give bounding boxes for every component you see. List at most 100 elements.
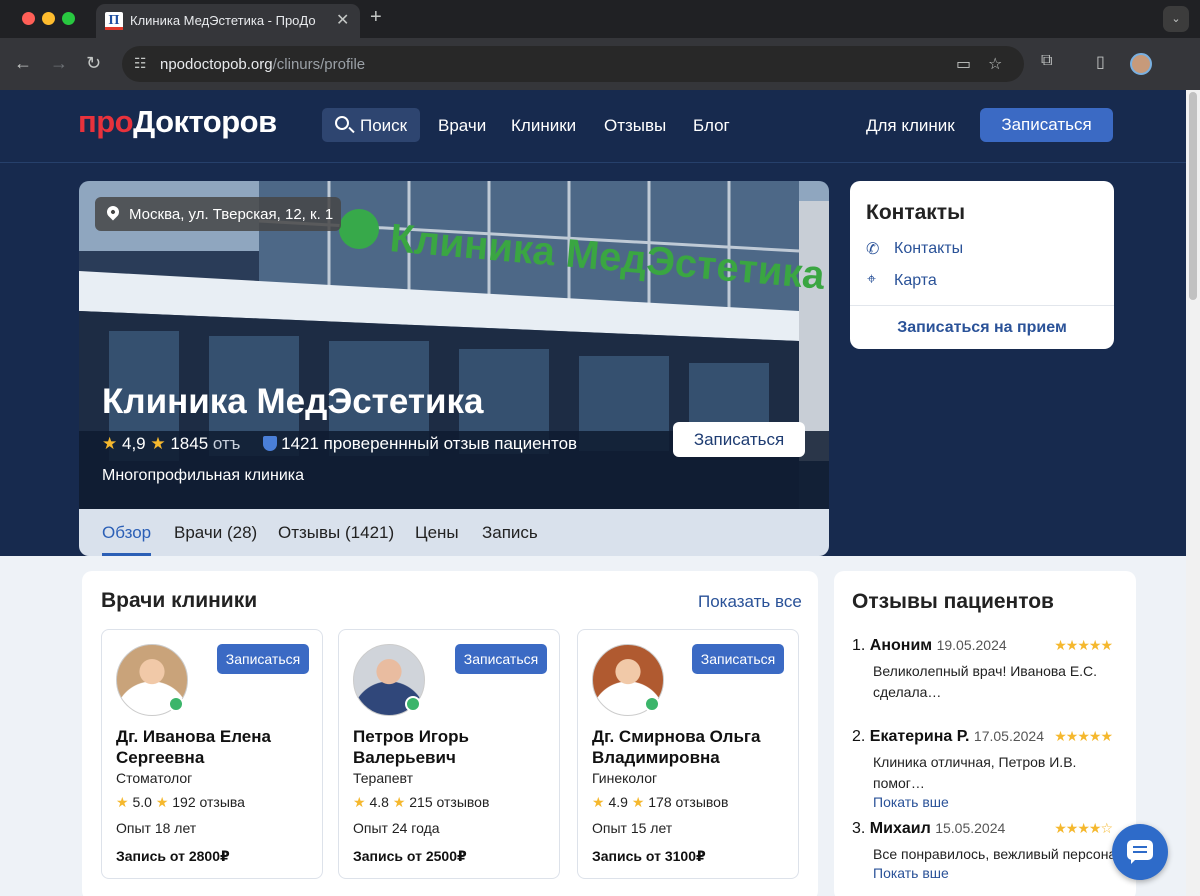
review-show-more-link[interactable]: Покать вше (873, 794, 1122, 810)
doctor-name[interactable]: Дг. Смирнова Ольга Владимировна (592, 726, 792, 768)
profile-avatar[interactable] (1130, 53, 1152, 75)
nav-link-reviews[interactable]: Отзывы (604, 116, 666, 136)
review-item: 1. Аноним 19.05.2024 ★★★★★ Великолепный … (852, 637, 1122, 703)
window-close-button[interactable] (22, 12, 35, 25)
doctor-experience: Опыт 24 года (353, 820, 440, 836)
hero-book-button[interactable]: Записаться (673, 422, 805, 457)
reviews-section-title: Отзывы пациентов (852, 590, 1054, 613)
review-date: 17.05.2024 (973, 728, 1044, 744)
clinic-rating: ★ 4,9 ★ 1845 отъ 1421 провереннный отзыв… (102, 434, 578, 453)
contacts-title: Контакты (866, 201, 966, 224)
review-author: Михаил (869, 820, 931, 837)
clinic-type: Многопрофильная клиника (102, 467, 304, 484)
doctors-section-title: Врачи клиники (101, 589, 258, 612)
tab-doctors[interactable]: Врачи (28) (174, 523, 257, 543)
verified-reviews: 1421 провереннный отзыв пациентов (281, 434, 578, 453)
location-pin-icon (104, 203, 122, 221)
new-tab-icon[interactable]: + (370, 6, 382, 29)
contacts-phone-link[interactable]: Контакты (894, 240, 963, 258)
review-date: 15.05.2024 (935, 820, 1006, 836)
back-arrow-icon[interactable]: ← (14, 52, 32, 74)
tab-close-icon[interactable]: ✕ (336, 10, 349, 30)
doctor-card[interactable]: Записаться Дг. Смирнова Ольга Владимиров… (577, 629, 799, 879)
site-logo[interactable]: проДокторов (78, 104, 277, 140)
review-date: 19.05.2024 (936, 637, 1007, 653)
hero-section: проДокторов Поиск Врачи Клиники Отзывы Б… (0, 90, 1186, 556)
star-icon: ★ (150, 434, 166, 453)
browser-tab-active[interactable]: П Клиника МедЭстетика - ПроДо ✕ (96, 4, 360, 38)
tab-search-chevron-icon[interactable]: ⌄ (1163, 6, 1189, 32)
nav-link-blog[interactable]: Блог (693, 116, 730, 136)
show-all-doctors-link[interactable]: Показать все (698, 592, 802, 612)
tab-overview[interactable]: Обзор (102, 523, 152, 556)
doctor-price: Запись от 3100₽ (592, 848, 706, 864)
scrollbar-thumb[interactable] (1189, 92, 1197, 300)
doctor-book-button[interactable]: Записаться (217, 644, 309, 674)
contacts-card: Контакты ✆ Контакты ⌖ Карта Записаться н… (850, 181, 1114, 349)
doctor-price: Запись от 2800₽ (116, 848, 230, 864)
review-item: 2. Екатерина Р. 17.05.2024 ★★★★★ Клиника… (852, 728, 1122, 810)
clinic-photo: Клиника МедЭстетика Москва, ул. Тверская… (79, 181, 829, 509)
tab-prices[interactable]: Цены (415, 523, 459, 543)
doctor-specialty: Гинеколог (592, 770, 658, 786)
tab-reviews[interactable]: Отзывы (1421) (278, 523, 394, 543)
doctor-price: Запись от 2500₽ (353, 848, 467, 864)
search-icon (335, 116, 349, 130)
tab-title: Клиника МедЭстетика - ПроДо (130, 13, 316, 28)
nav-link-doctors[interactable]: Врачи (438, 116, 486, 136)
phone-icon: ✆ (866, 241, 880, 258)
contacts-map-link[interactable]: Карта (894, 272, 937, 290)
tab-booking[interactable]: Запись (482, 523, 538, 543)
online-status-icon (168, 696, 184, 712)
doctor-book-button[interactable]: Записаться (455, 644, 547, 674)
review-text: Великолепный врач! Иванова Е.С. сделала… (873, 663, 1098, 700)
chat-widget-button[interactable] (1112, 824, 1168, 880)
cast-icon[interactable]: ▭ (956, 54, 971, 74)
review-stars: ★★★★★ (1054, 728, 1113, 744)
review-stars: ★★★★★ (1054, 637, 1113, 653)
verified-shield-icon (263, 436, 278, 451)
header-divider (0, 162, 1186, 163)
bookmark-star-icon[interactable]: ☆ (988, 54, 1002, 74)
doctor-rating: ★ 4.9 ★ 178 отзывов (592, 794, 729, 810)
window-zoom-button[interactable] (62, 12, 75, 25)
reload-icon[interactable]: ↻ (86, 52, 101, 74)
doctor-card[interactable]: Записаться Дг. Иванова Елена Сергеевна С… (101, 629, 323, 879)
star-icon: ★ (353, 794, 366, 810)
star-icon: ★ (631, 794, 645, 810)
url-text[interactable]: npodoctopob.org/clinurs/profile (160, 56, 365, 73)
doctor-specialty: Стоматолог (116, 770, 193, 786)
side-panel-icon[interactable]: ▯ (1096, 52, 1105, 72)
header-book-button[interactable]: Записаться (980, 108, 1113, 142)
review-show-more-link[interactable]: Покать вше (873, 865, 1122, 881)
nav-search-button[interactable]: Поиск (322, 108, 420, 142)
doctor-card[interactable]: Записаться Петров Игорь Валерьевич Терап… (338, 629, 560, 879)
address-bar[interactable]: ☷ npodoctopob.org/clinurs/profile ▭ ☆ (122, 46, 1024, 82)
site-favicon-icon: П (105, 12, 123, 30)
review-stars: ★★★★☆ (1054, 820, 1113, 836)
review-author: Аноним (869, 637, 933, 654)
map-pin-icon: ⌖ (867, 271, 877, 288)
contacts-book-link[interactable]: Записаться на прием (850, 319, 1114, 337)
review-text: Все понравилось, вежливый персонал (873, 846, 1123, 862)
profile-tabs: Обзор Врачи (28) Отзывы (1421) Цены Запи… (79, 509, 829, 556)
star-icon: ★ (155, 794, 169, 810)
nav-link-clinics[interactable]: Клиники (511, 116, 576, 136)
forward-arrow-icon[interactable]: → (50, 52, 68, 74)
doctor-experience: Опыт 15 лет (592, 820, 673, 836)
site-settings-icon[interactable]: ☷ (134, 55, 147, 72)
doctor-experience: Опыт 18 лет (116, 820, 197, 836)
doctor-rating: ★ 4.8 ★ 215 отзывов (353, 794, 490, 810)
for-clinics-link[interactable]: Для клиник (866, 116, 955, 136)
clinic-title: Клиника МедЭстетика (102, 382, 484, 421)
online-status-icon (644, 696, 660, 712)
chat-bubble-icon (1127, 840, 1153, 864)
extensions-icon[interactable]: ⧉ (1041, 52, 1052, 70)
doctor-name[interactable]: Петров Игорь Валерьевич (353, 726, 553, 768)
doctor-book-button[interactable]: Записаться (692, 644, 784, 674)
window-minimize-button[interactable] (42, 12, 55, 25)
browser-tab-strip: П Клиника МедЭстетика - ПроДо ✕ + ⌄ (0, 0, 1200, 38)
doctor-name[interactable]: Дг. Иванова Елена Сергеевна (116, 726, 316, 768)
doctor-rating: ★ 5.0 ★ 192 отзыва (116, 794, 245, 810)
page-scrollbar[interactable] (1186, 90, 1200, 896)
